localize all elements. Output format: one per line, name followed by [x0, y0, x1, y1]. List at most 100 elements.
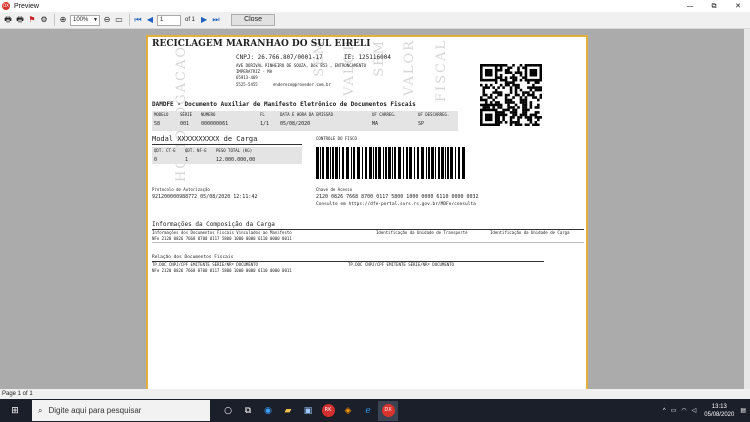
label-qtd-nfe: QDT. NF-E [185, 148, 207, 153]
last-page-icon: ⏭ [212, 15, 220, 24]
label-peso-total: PESO TOTAL (KG) [216, 148, 253, 153]
clock[interactable]: 13:13 05/08/2020 [704, 403, 734, 419]
value-qtd-cte: 0 [154, 157, 158, 163]
print-setup-icon: 🖶 [16, 15, 24, 24]
relacao-col-left: TP.DOC CNPJ/CPF EMITENTE SÉRIE/NRº DOCUM… [152, 262, 258, 267]
page-count-label: of 1 [185, 17, 196, 23]
value-fl: 1/1 [260, 121, 270, 127]
cortana-button[interactable]: ○ [218, 401, 238, 421]
clock-date: 05/08/2020 [704, 411, 735, 418]
ie-icon: ℯ [365, 405, 371, 416]
composicao-col-docs: Informações dos Documentos Fiscais Vincu… [152, 230, 292, 235]
task-view-button[interactable]: ⧉ [238, 401, 258, 421]
modal-title: Modal XXXXXXXXXX de Carga [152, 135, 258, 143]
composicao-row: NFe 2120 0826 7668 8700 0117 5800 1000 0… [152, 236, 292, 241]
page-number-input[interactable]: 1 [157, 14, 181, 26]
label-serie: SÉRIE [180, 112, 193, 117]
email: endereco@provedor.com.br [273, 82, 331, 87]
export-pdf-button[interactable]: ⚑ [27, 14, 37, 26]
status-bar: Page 1 of 1 [0, 389, 750, 399]
clock-time: 13:13 [711, 403, 727, 410]
first-page-icon: ⏮ [134, 15, 142, 24]
prev-page-icon: ◀ [146, 15, 154, 24]
wifi-icon[interactable]: ◠ [681, 407, 686, 414]
ie-taskbar-button[interactable]: ℯ [358, 401, 378, 421]
zoom-select[interactable]: 100% ▼ [70, 14, 100, 26]
value-qtd-nfe: 1 [185, 157, 189, 163]
app-icon: DX [2, 2, 10, 10]
relacao-row: NFe 2120 0826 7668 8700 0117 5800 1000 0… [152, 268, 292, 273]
zoom-out-button[interactable]: ⊖ [102, 14, 112, 26]
rk-app-icon: RK [321, 404, 335, 417]
orange-app-icon: ◈ [344, 405, 352, 416]
value-modelo: 58 [154, 121, 161, 127]
zoom-in-icon: ⊕ [59, 15, 67, 24]
value-uf-carreg: MA [372, 121, 379, 127]
composicao-bottom-rule [152, 242, 584, 243]
edge-taskbar-button[interactable]: ◉ [258, 401, 278, 421]
edge-icon: ◉ [264, 405, 272, 416]
fit-page-button[interactable]: ▭ [114, 14, 124, 26]
value-numero: 000000061 [201, 121, 229, 127]
maximize-button[interactable]: ⧉ [702, 0, 726, 12]
volume-icon[interactable]: ◁ [692, 407, 697, 414]
print-button[interactable]: 🖶 [3, 14, 13, 26]
controle-fisco-label: CONTROLE DO FISCO [316, 136, 357, 141]
preview-window: DX Preview — ⧉ ✕ 🖶 🖶 ⚑ ⚙ ⊕ 100% ▼ ⊖ ▭ ⏮ ◀… [0, 0, 750, 422]
minimize-button[interactable]: — [678, 0, 702, 12]
vertical-scrollbar[interactable] [744, 29, 750, 389]
first-page-button[interactable]: ⏮ [133, 14, 143, 26]
watermark-col-5: VALOR [402, 39, 417, 96]
folder-icon: ▰ [284, 405, 292, 416]
close-window-button[interactable]: ✕ [726, 0, 750, 12]
window-title: Preview [14, 2, 39, 10]
fit-page-icon: ▭ [115, 15, 123, 24]
windows-logo-icon: ⊞ [11, 405, 19, 416]
value-serie: 001 [180, 121, 190, 127]
next-page-icon: ▶ [200, 15, 208, 24]
prev-page-button[interactable]: ◀ [145, 14, 155, 26]
relacao-col-right: TP.DOC CNPJ/CPF EMITENTE SÉRIE/NRº DOCUM… [348, 262, 454, 267]
chevron-down-icon: ▼ [93, 16, 98, 23]
start-button[interactable]: ⊞ [0, 401, 30, 421]
toolbar-separator [129, 14, 130, 26]
settings-button[interactable]: ⚙ [39, 14, 49, 26]
notifications-icon[interactable]: ▤ [740, 407, 746, 414]
last-page-button[interactable]: ⏭ [211, 14, 221, 26]
toolbar-separator [54, 14, 55, 26]
system-tray: ^ ▭ ◠ ◁ 13:13 05/08/2020 ▤ [663, 399, 746, 422]
address-line-2: IMPERATRIZ - MA [236, 69, 273, 74]
next-page-button[interactable]: ▶ [199, 14, 209, 26]
protocolo-value: 921200000988772 05/08/2020 12:11:42 [152, 194, 258, 200]
composicao-col-carga: Identificação da Unidade de Carga [490, 230, 570, 235]
pdf-icon: ⚑ [28, 15, 36, 24]
label-modelo: MODELO [154, 112, 169, 117]
close-preview-button[interactable]: Close [231, 14, 276, 26]
rk-taskbar-button[interactable]: RK [318, 401, 338, 421]
label-fl: FL [260, 112, 265, 117]
cep: 65913-469 [236, 75, 258, 80]
explorer-taskbar-button[interactable]: ▰ [278, 401, 298, 421]
dx-app-taskbar-button[interactable]: DX [378, 400, 398, 421]
value-data-emissao: 05/08/2020 [280, 121, 311, 127]
protocolo-label: Protocolo de Autorização [152, 187, 210, 192]
consulta-url: Consulte em https://dfe-portal.svrs.rs.g… [316, 202, 476, 207]
print-setup-button[interactable]: 🖶 [15, 14, 25, 26]
battery-icon[interactable]: ▭ [671, 407, 677, 414]
zoom-in-button[interactable]: ⊕ [58, 14, 68, 26]
orange-app-taskbar-button[interactable]: ◈ [338, 401, 358, 421]
composicao-col-transporte: Identificação da Unidade de Transporte [376, 230, 468, 235]
cortana-icon: ○ [224, 405, 232, 416]
chevron-up-icon[interactable]: ^ [663, 408, 666, 414]
tools-icon: ⚙ [40, 15, 48, 24]
task-view-icon: ⧉ [244, 405, 252, 416]
damdfe-page: HOMOLOGACAO SEM VALOR SEM VALOR FISCAL R… [146, 35, 588, 391]
store-icon: ▣ [303, 405, 313, 416]
title-bar: DX Preview — ⧉ ✕ [0, 0, 750, 12]
label-numero: NÚMERO [201, 112, 216, 117]
store-taskbar-button[interactable]: ▣ [298, 401, 318, 421]
taskbar-search[interactable]: ⌕ Digite aqui para pesquisar [32, 400, 210, 421]
composicao-title: Informações da Composição da Carga [152, 221, 275, 228]
zoom-value: 100% [73, 16, 89, 23]
inscricao-estadual: IE: 125116004 [344, 54, 391, 61]
